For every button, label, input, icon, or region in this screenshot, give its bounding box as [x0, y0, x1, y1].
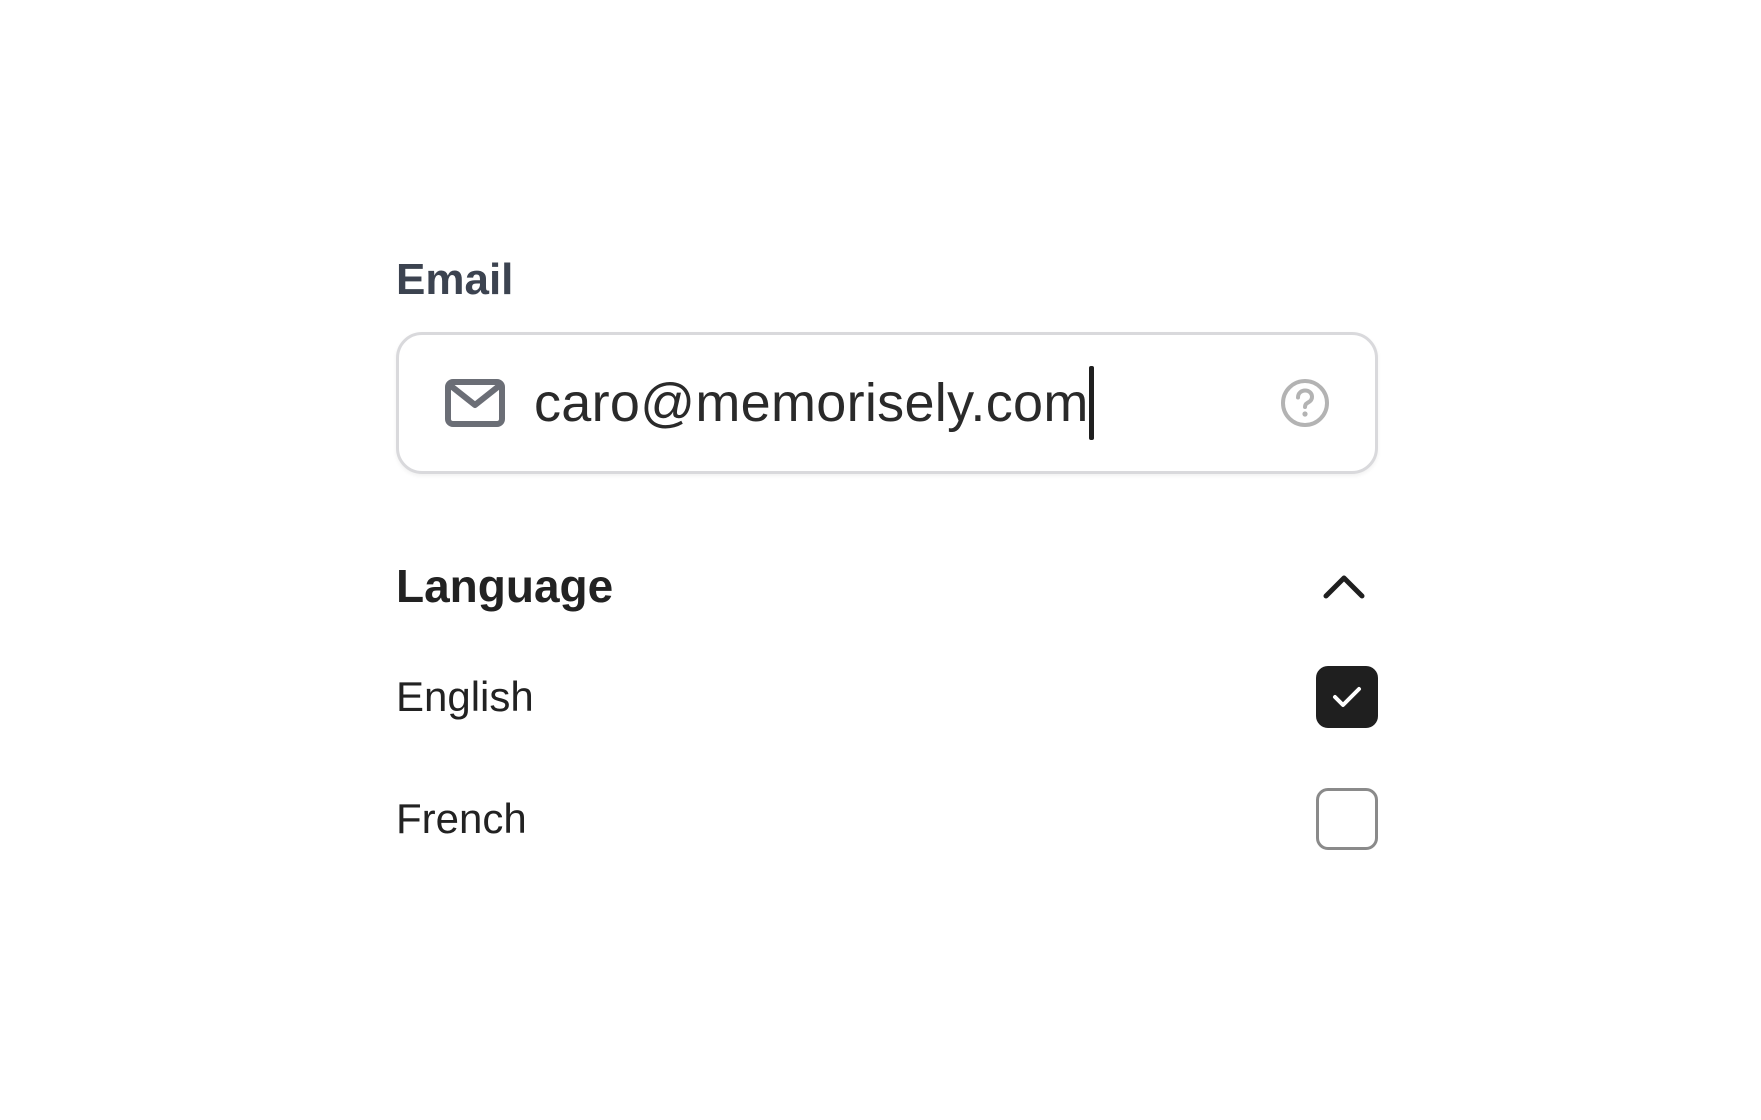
email-input[interactable]: caro@memorisely.com: [534, 363, 1279, 443]
email-value: caro@memorisely.com: [534, 373, 1089, 433]
language-title: Language: [396, 560, 614, 612]
email-label: Email: [396, 255, 514, 304]
text-cursor: [1088, 366, 1094, 440]
english-checkbox[interactable]: [1316, 666, 1378, 728]
email-field[interactable]: caro@memorisely.com: [396, 332, 1378, 474]
option-label: English: [396, 673, 534, 720]
help-circle-icon[interactable]: [1279, 377, 1331, 429]
mail-icon: [445, 378, 505, 428]
language-option-english[interactable]: English: [396, 666, 1378, 728]
chevron-up-icon[interactable]: [1322, 564, 1366, 608]
option-label: French: [396, 795, 527, 842]
language-option-french[interactable]: French: [396, 788, 1378, 850]
language-section-header[interactable]: Language: [396, 556, 1378, 616]
french-checkbox[interactable]: [1316, 788, 1378, 850]
check-icon: [1333, 687, 1361, 707]
settings-form: Email caro@memorisely.com Language Engli…: [396, 258, 1378, 850]
